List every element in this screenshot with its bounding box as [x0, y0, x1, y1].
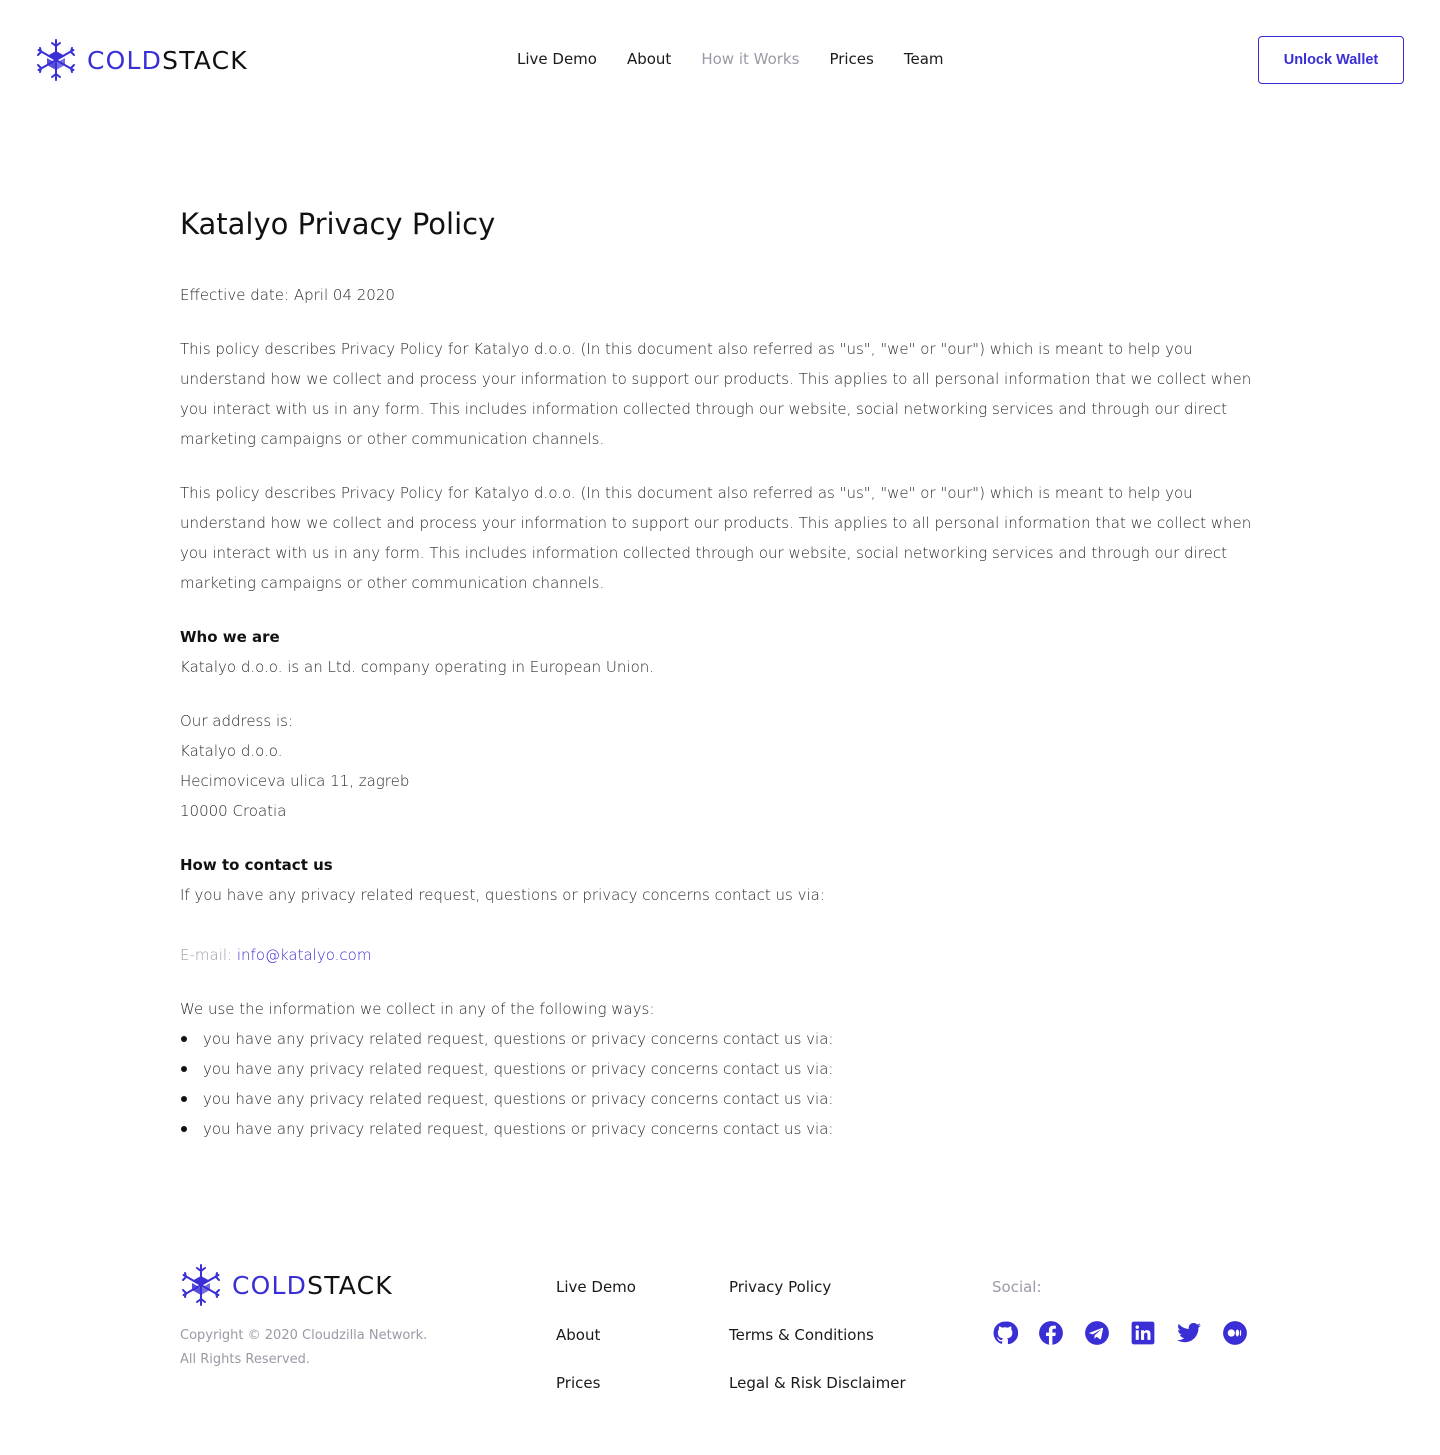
footer-link-about[interactable]: About [556, 1320, 636, 1350]
telegram-icon[interactable] [1084, 1320, 1110, 1346]
who-we-are-text: Katalyo d.o.o. is an Ltd. company operat… [180, 658, 655, 676]
address-line: 10000 Croatia [180, 802, 287, 820]
who-we-are-heading: Who we are [180, 628, 280, 646]
email-label: E-mail: [180, 946, 237, 964]
footer-legal-column: Privacy Policy Terms & Conditions Legal … [729, 1272, 906, 1416]
unlock-wallet-button[interactable]: Unlock Wallet [1258, 36, 1404, 84]
footer-link-terms[interactable]: Terms & Conditions [729, 1320, 906, 1350]
contact-heading: How to contact us [180, 856, 333, 874]
page-title: Katalyo Privacy Policy [180, 207, 496, 241]
footer-link-privacy-policy[interactable]: Privacy Policy [729, 1272, 906, 1302]
nav-about[interactable]: About [627, 50, 671, 68]
footer-logo[interactable]: COLDSTACK [180, 1264, 393, 1306]
list-item: you have any privacy related request, qu… [180, 1054, 833, 1084]
nav-live-demo[interactable]: Live Demo [517, 50, 597, 68]
logo-wordmark: COLDSTACK [232, 1270, 393, 1300]
footer-link-legal-disclaimer[interactable]: Legal & Risk Disclaimer [729, 1368, 906, 1398]
medium-icon[interactable] [1222, 1320, 1248, 1346]
nav-how-it-works[interactable]: How it Works [701, 50, 799, 68]
address-line: Our address is: [180, 712, 293, 730]
main-nav: Live Demo About How it Works Prices Team [517, 50, 944, 68]
list-item: you have any privacy related request, qu… [180, 1024, 833, 1054]
email-link[interactable]: info@katalyo.com [237, 946, 372, 964]
use-list: you have any privacy related request, qu… [180, 1024, 833, 1144]
copyright: Copyright © 2020 Cloudzilla Network. All… [180, 1328, 428, 1367]
site-header: COLDSTACK Live Demo About How it Works P… [0, 0, 1440, 120]
logo-wordmark: COLDSTACK [87, 45, 248, 75]
footer-link-live-demo[interactable]: Live Demo [556, 1272, 636, 1302]
header-logo[interactable]: COLDSTACK [35, 39, 248, 81]
social-label: Social: [992, 1278, 1042, 1296]
facebook-icon[interactable] [1038, 1320, 1064, 1346]
use-intro: We use the information we collect in any… [180, 1000, 655, 1018]
footer-link-prices[interactable]: Prices [556, 1368, 636, 1398]
policy-paragraph: This policy describes Privacy Policy for… [180, 340, 1252, 448]
address-line: Hecimoviceva ulica 11, zagreb [180, 772, 410, 790]
linkedin-icon[interactable] [1130, 1320, 1156, 1346]
github-icon[interactable] [992, 1320, 1018, 1346]
twitter-icon[interactable] [1176, 1320, 1202, 1346]
social-icons [992, 1320, 1248, 1346]
email-line: E-mail: info@katalyo.com [180, 940, 371, 970]
address-line: Katalyo d.o.o. [180, 742, 283, 760]
snowflake-logo-icon [35, 39, 77, 81]
policy-paragraph: This policy describes Privacy Policy for… [180, 484, 1252, 592]
company-address: Our address is: Katalyo d.o.o. Hecimovic… [180, 706, 409, 826]
contact-text: If you have any privacy related request,… [180, 886, 825, 904]
effective-date: Effective date: April 04 2020 [180, 286, 395, 304]
list-item: you have any privacy related request, qu… [180, 1084, 833, 1114]
footer-nav-column: Live Demo About Prices [556, 1272, 636, 1416]
nav-team[interactable]: Team [904, 50, 944, 68]
policy-content: Katalyo Privacy Policy Effective date: A… [180, 200, 1260, 1138]
list-item: you have any privacy related request, qu… [180, 1114, 833, 1144]
nav-prices[interactable]: Prices [829, 50, 873, 68]
snowflake-logo-icon [180, 1264, 222, 1306]
